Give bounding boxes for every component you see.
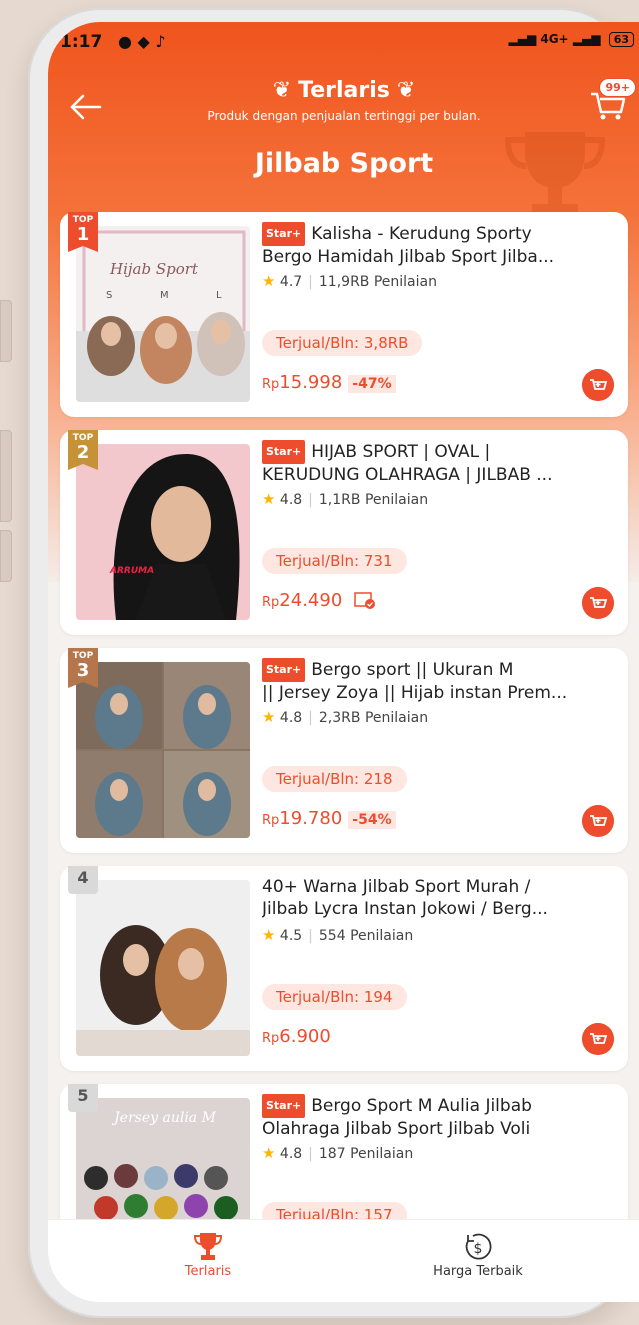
laurel-right-icon: ❦ (389, 78, 416, 103)
svg-text:$: $ (474, 1241, 483, 1257)
cart-badge: 99+ (599, 78, 636, 97)
sold-per-month-badge: Terjual/Bln: 731 (262, 548, 407, 574)
status-right: ▂▄▆ 4G+ ▂▄▆ 63 (508, 32, 634, 47)
star-icon: ★ (262, 490, 276, 508)
side-button-middle (0, 430, 12, 522)
product-info-5: Star+ Bergo Sport M Aulia Jilbab Olahraga… (262, 1094, 616, 1162)
star-plus-badge: Star+ (262, 222, 306, 246)
thumb-size-l: L (216, 290, 222, 301)
product-name[interactable]: Star+ Bergo sport || Ukuran M || Jersey Z… (262, 658, 616, 702)
rank-badge-4: 4 (68, 866, 98, 894)
status-bar: 1:17 ● ◆ ♪ ▂▄▆ 4G+ ▂▄▆ 63 (48, 22, 639, 66)
product-rating: ★ 4.8 | 187 Penilaian (262, 1144, 414, 1162)
voucher-icon (354, 592, 376, 609)
product-info-3: Star+ Bergo sport || Ukuran M || Jersey Z… (262, 658, 616, 726)
signal-icon-2: ▂▄▆ (572, 32, 601, 46)
side-button-lower (0, 530, 12, 582)
discount-badge: -47% (348, 375, 396, 393)
sold-per-month-badge: Terjual/Bln: 194 (262, 984, 407, 1010)
discount-badge: -54% (348, 811, 396, 829)
product-rating: ★ 4.8 | 2,3RB Penilaian (262, 708, 429, 726)
star-icon: ★ (262, 926, 276, 944)
product-rating: ★ 4.8 | 1,1RB Penilaian (262, 490, 429, 508)
add-to-cart-icon[interactable] (582, 1023, 614, 1055)
product-info-1: Star+ Kalisha - Kerudung Sporty Bergo Ham… (262, 222, 616, 290)
bottom-tab-bar: Terlaris $ Harga Terbaik (48, 1219, 639, 1302)
product-info-2: Star+ HIJAB SPORT | OVAL | KERUDUNG OLAHR… (262, 440, 616, 508)
product-image-2: ARRUMA (76, 444, 250, 620)
thumb-size-s: S (106, 290, 113, 301)
product-price: Rp6.900 (262, 1026, 331, 1047)
thumb-title: Jersey aulia M (114, 1110, 216, 1126)
rank-badge-top-2: TOP 2 (68, 430, 98, 476)
thumb-size-m: M (160, 290, 169, 301)
rank-badge-top-1: TOP 1 (68, 212, 98, 258)
star-plus-badge: Star+ (262, 658, 306, 682)
sold-per-month-badge: Terjual/Bln: 3,8RB (262, 330, 423, 356)
side-button-upper (0, 300, 12, 362)
laurel-left-icon: ❦ (272, 78, 299, 103)
product-info-4: 40+ Warna Jilbab Sport Murah / Jilbab Ly… (262, 876, 616, 944)
product-name[interactable]: Star+ Kalisha - Kerudung Sporty Bergo Ham… (262, 222, 616, 266)
product-name[interactable]: Star+ HIJAB SPORT | OVAL | KERUDUNG OLAHR… (262, 440, 616, 484)
product-name[interactable]: Star+ Bergo Sport M Aulia Jilbab Olahraga… (262, 1094, 616, 1138)
star-plus-badge: Star+ (262, 440, 306, 464)
product-price: Rp24.490 (262, 590, 376, 611)
app-screen: 1:17 ● ◆ ♪ ▂▄▆ 4G+ ▂▄▆ 63 ❦ Terlaris ❦ P… (48, 22, 639, 1302)
tab-harga-terbaik[interactable]: $ Harga Terbaik (388, 1230, 568, 1279)
product-image-3 (76, 662, 250, 838)
sold-per-month-badge: Terjual/Bln: 218 (262, 766, 407, 792)
product-name[interactable]: 40+ Warna Jilbab Sport Murah / Jilbab Ly… (262, 876, 616, 920)
product-card-3[interactable]: TOP 3 Star+ Bergo sport || Ukuran M || Jer… (60, 648, 628, 853)
tab-terlaris[interactable]: Terlaris (118, 1230, 298, 1279)
tab-label: Harga Terbaik (433, 1264, 523, 1279)
star-icon: ★ (262, 272, 276, 290)
signal-icon: ▂▄▆ (508, 32, 537, 46)
product-image-1: Hijab Sport S M L (76, 226, 250, 402)
product-image-4 (76, 880, 250, 1056)
battery-icon: 63 (608, 32, 634, 47)
dollar-icon: $ (465, 1233, 492, 1260)
title-block: ❦ Terlaris ❦ Produk dengan penjualan ter… (48, 78, 639, 123)
add-to-cart-icon[interactable] (582, 805, 614, 837)
star-plus-badge: Star+ (262, 1094, 306, 1118)
page-title: ❦ Terlaris ❦ (272, 78, 416, 103)
product-card-1[interactable]: TOP 1 Hijab Sport S M L Star+ Kalisha - Ke… (60, 212, 628, 417)
product-rating: ★ 4.5 | 554 Penilaian (262, 926, 414, 944)
rank-badge-top-3: TOP 3 (68, 648, 98, 694)
thumb-brand: ARRUMA (110, 566, 155, 576)
product-rating: ★ 4.7 | 11,9RB Penilaian (262, 272, 437, 290)
status-time: 1:17 (60, 32, 103, 52)
product-price: Rp15.998 -47% (262, 372, 396, 393)
trophy-icon (193, 1233, 223, 1260)
rank-badge-5: 5 (68, 1084, 98, 1112)
thumb-title: Hijab Sport (110, 260, 198, 278)
add-to-cart-icon[interactable] (582, 369, 614, 401)
product-price: Rp19.780 -54% (262, 808, 396, 829)
page-subtitle: Produk dengan penjualan tertinggi per bu… (207, 109, 481, 123)
product-card-4[interactable]: 4 40+ Warna Jilbab Sport Murah / Jilbab … (60, 866, 628, 1071)
tab-label: Terlaris (184, 1264, 232, 1279)
add-to-cart-icon[interactable] (582, 587, 614, 619)
product-card-2[interactable]: TOP 2 ARRUMA Star+ HIJAB SPORT | OVAL | KE… (60, 430, 628, 635)
network-label: 4G+ (540, 32, 569, 46)
star-icon: ★ (262, 1144, 276, 1162)
status-app-icons: ● ◆ ♪ (118, 32, 166, 51)
star-icon: ★ (262, 708, 276, 726)
